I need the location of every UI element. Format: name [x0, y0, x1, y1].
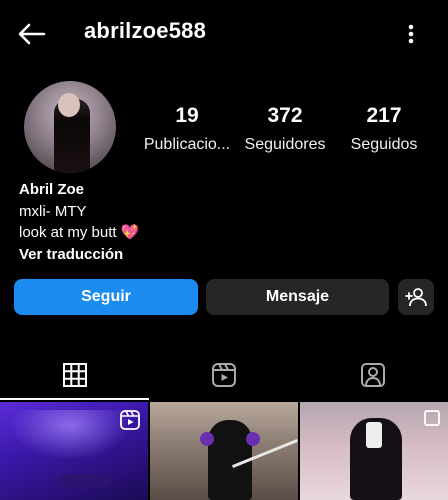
thumbnail-detail	[246, 432, 260, 446]
reel-badge-icon	[120, 410, 140, 430]
more-options-icon[interactable]	[400, 20, 422, 48]
thumbnail-figure	[60, 474, 110, 488]
stat-posts[interactable]: 19 Publicacio...	[142, 104, 232, 154]
stat-posts-label: Publicacio...	[143, 136, 231, 153]
stat-followers-count: 372	[267, 104, 303, 127]
profile-avatar[interactable]	[24, 81, 116, 173]
stat-followers[interactable]: 372 Seguidores	[243, 104, 327, 154]
stat-followers-label: Seguidores	[244, 136, 326, 153]
post-thumbnail[interactable]	[150, 402, 298, 500]
tagged-person-icon	[360, 363, 385, 387]
tab-tagged[interactable]	[298, 350, 447, 400]
carousel-badge-icon	[424, 410, 440, 426]
post-thumbnail[interactable]	[0, 402, 148, 500]
stat-following[interactable]: 217 Seguidos	[348, 104, 420, 154]
top-bar: abrilzoe588	[0, 0, 448, 66]
tab-posts-grid[interactable]	[0, 350, 149, 400]
posts-grid	[0, 402, 448, 500]
thumbnail-detail	[200, 432, 214, 446]
profile-display-name: Abril Zoe	[19, 181, 85, 198]
back-arrow-icon[interactable]	[16, 20, 48, 48]
active-tab-indicator	[0, 398, 149, 400]
profile-username: abrilzoe588	[84, 18, 207, 43]
thumbnail-detail	[366, 422, 382, 448]
profile-tabs	[0, 350, 448, 400]
profile-bio: Abril Zoe mxli- MTY look at my butt 💖 Ve…	[19, 179, 139, 265]
suggested-users-button[interactable]	[398, 279, 434, 315]
tab-reels[interactable]	[149, 350, 298, 400]
thumbnail-light	[10, 410, 130, 460]
stat-following-label: Seguidos	[350, 136, 418, 153]
see-translation-link[interactable]: Ver traducción	[19, 244, 139, 266]
sparkling-heart-emoji: 💖	[120, 224, 140, 241]
post-thumbnail[interactable]	[300, 402, 448, 500]
reels-icon	[211, 363, 236, 387]
add-person-icon	[405, 288, 427, 307]
bio-line-location: mxli- MTY	[19, 202, 87, 220]
message-button[interactable]: Mensaje	[206, 279, 389, 315]
follow-button[interactable]: Seguir	[14, 279, 198, 315]
stat-following-count: 217	[366, 104, 402, 127]
bio-line-text: look at my butt 💖	[19, 222, 139, 244]
grid-icon	[62, 363, 87, 387]
avatar-face	[58, 93, 80, 117]
stat-posts-count: 19	[175, 104, 199, 127]
bio-line-text-content: look at my butt	[19, 224, 117, 241]
